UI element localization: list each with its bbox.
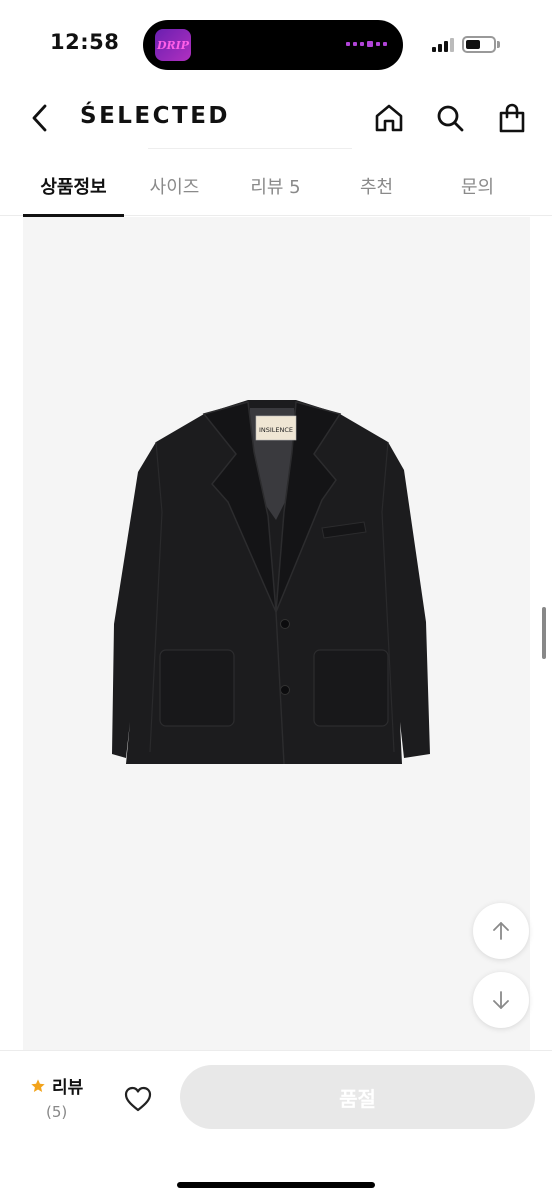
jacket-image: INSILENCE [112,400,430,765]
status-time: 12:58 [50,30,120,54]
home-icon [375,104,403,132]
search-button[interactable] [430,98,470,138]
tab-inquiry[interactable]: 문의 [427,156,528,216]
back-button[interactable] [22,100,58,136]
battery-icon [462,36,496,53]
tab-recommend[interactable]: 추천 [326,156,427,216]
sold-out-button[interactable]: 품절 [180,1065,535,1129]
home-button[interactable] [369,98,409,138]
review-summary[interactable]: 리뷰 [30,1073,83,1098]
tab-size[interactable]: 사이즈 [124,156,225,216]
brand-tag-text: INSILENCE [259,426,293,434]
header-divider [148,148,352,149]
app-header: ŚELECTED [0,86,552,150]
tab-reviews[interactable]: 리뷰 5 [225,156,326,216]
battery-tip [497,41,500,48]
cellular-signal-icon [432,38,454,52]
scroll-up-button[interactable] [473,903,529,959]
dynamic-island[interactable]: DRIP [143,20,403,70]
tab-product-info[interactable]: 상품정보 [23,156,124,217]
heart-icon [124,1086,152,1112]
arrow-down-icon [493,991,509,1009]
drip-app-icon: DRIP [155,29,191,61]
back-icon [32,104,47,132]
product-image[interactable]: INSILENCE [23,217,530,1050]
home-indicator[interactable] [177,1182,375,1188]
brand-logo[interactable]: ŚELECTED [80,103,230,129]
audio-wave-icon [346,41,387,47]
search-icon [437,105,464,132]
review-count: (5) [46,1103,68,1121]
star-icon [31,1078,45,1092]
shopping-bag-icon [499,103,525,133]
arrow-up-icon [493,922,509,940]
scroll-down-button[interactable] [473,972,529,1028]
review-label: 리뷰 [52,1078,84,1098]
scrollbar[interactable] [542,607,546,659]
purchase-bar: 리뷰 (5) 품절 [0,1050,552,1200]
battery-level [466,40,480,49]
product-tabs: 상품정보 사이즈 리뷰 5 추천 문의 [0,156,552,217]
wishlist-button[interactable] [118,1079,158,1119]
cart-button[interactable] [492,98,532,138]
status-bar: 12:58 DRIP [0,0,552,80]
